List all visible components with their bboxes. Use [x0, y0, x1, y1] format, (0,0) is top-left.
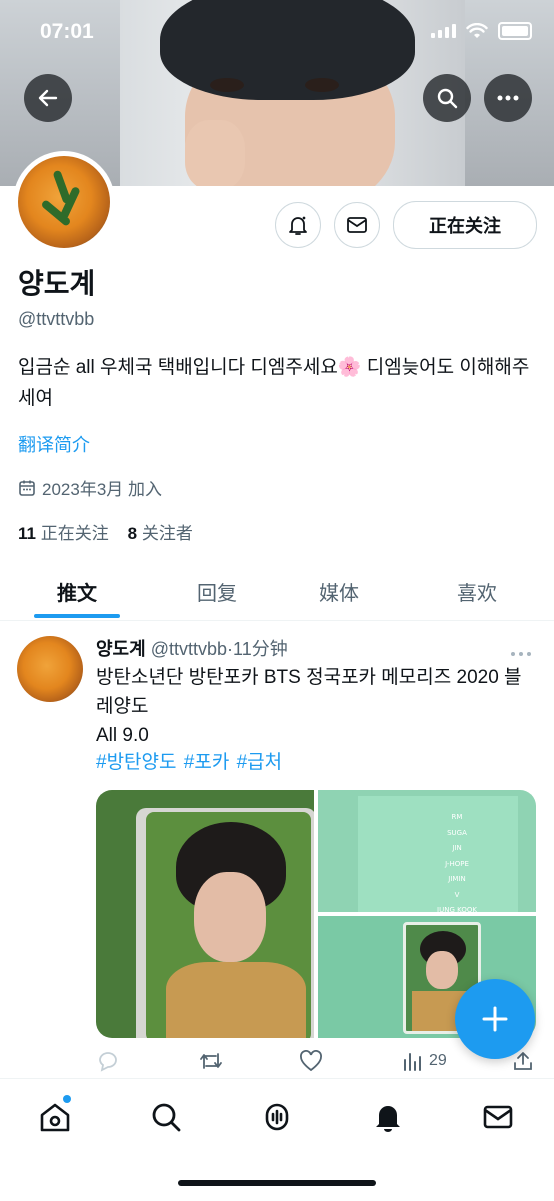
media-photo-1[interactable]	[96, 790, 314, 1038]
unread-dot	[63, 1095, 71, 1103]
tweet-author-name[interactable]: 양도계	[96, 639, 146, 659]
tweet-author-handle: @ttvttvbb	[150, 639, 228, 659]
active-tab-indicator	[34, 614, 120, 618]
tab-media[interactable]: 媒体	[262, 562, 416, 620]
profile-handle: @ttvttvbb	[18, 309, 95, 329]
tweet-hashtags[interactable]: #방탄양도 #포카 #급처	[96, 747, 282, 774]
tweet-actions: 29	[96, 1050, 536, 1076]
message-button[interactable]	[334, 202, 380, 248]
bell-icon	[376, 1106, 400, 1132]
like-button[interactable]	[299, 1050, 323, 1072]
card-member-jimin: JIMIN	[448, 875, 466, 883]
tweet-text-line1: 방탄소년단 방탄포카 BTS 정국포카 메모리즈 2020 블레양도	[96, 667, 522, 717]
card-member-v: V	[454, 890, 460, 899]
profile-bio: 입금순 all 우체국 택배입니다 디엠주세요🌸 디엠늦어도 이해해주세여	[18, 357, 530, 409]
nav-home[interactable]	[35, 1095, 75, 1137]
tweet-text: 방탄소년단 방탄포카 BTS 정국포카 메모리즈 2020 블레양도 All 9…	[96, 663, 526, 750]
tweet-more-button[interactable]	[510, 640, 532, 663]
following-button[interactable]: 正在关注	[393, 201, 537, 249]
retweet-button[interactable]	[198, 1050, 224, 1072]
tab-tweets[interactable]: 推文	[0, 562, 154, 620]
card-member-jin: JIN	[452, 844, 462, 852]
home-icon	[40, 1103, 70, 1132]
bell-icon	[289, 216, 307, 235]
home-indicator[interactable]	[178, 1180, 376, 1186]
heart-icon	[300, 1050, 322, 1072]
tab-likes[interactable]: 喜欢	[400, 562, 554, 620]
signal-icon	[431, 24, 456, 38]
profile-tabs: 推文 回复 媒体 喜欢	[0, 562, 554, 621]
search-button[interactable]	[423, 74, 471, 122]
search-icon	[437, 88, 458, 109]
followers-count: 8	[127, 524, 138, 543]
card-member-jhope: J-HOPE	[445, 859, 469, 868]
tweet-header: 양도계 @ttvttvbb·11分钟	[96, 635, 288, 661]
search-icon	[152, 1103, 181, 1132]
back-button[interactable]	[24, 74, 72, 122]
views-icon	[404, 1053, 421, 1071]
reply-icon	[99, 1052, 117, 1072]
mail-icon	[347, 217, 367, 233]
reply-button[interactable]	[96, 1050, 120, 1072]
card-member-jungkook: JUNG KOOK	[437, 906, 477, 912]
mail-icon	[483, 1105, 513, 1129]
follow-counts: 11 正在关注 8 关注者	[18, 519, 193, 544]
compose-tweet-button[interactable]	[455, 979, 535, 1059]
tweet-time: 11分钟	[233, 639, 288, 659]
views-count: 29	[429, 1052, 447, 1069]
nav-spaces[interactable]	[257, 1097, 297, 1137]
following-count: 11	[18, 524, 36, 543]
arrow-left-icon	[38, 89, 58, 107]
more-button[interactable]	[484, 74, 532, 122]
following-label: 正在关注	[40, 524, 109, 543]
more-icon	[511, 652, 531, 656]
followers-label: 关注者	[141, 524, 193, 543]
retweet-icon	[200, 1053, 222, 1069]
calendar-icon	[19, 480, 35, 496]
plus-icon	[482, 1006, 508, 1032]
media-photo-2[interactable]: RM SUGA JIN J-HOPE JIMIN V JUNG KOOK	[318, 790, 536, 912]
nav-messages[interactable]	[478, 1097, 518, 1137]
card-member-rm: RM	[451, 813, 463, 821]
joined-date: 2023年3月 加入	[18, 475, 162, 500]
status-time: 07:01	[40, 20, 94, 43]
nav-notifications[interactable]	[368, 1097, 408, 1137]
translate-bio-link[interactable]: 翻译简介	[18, 431, 90, 457]
nav-search[interactable]	[146, 1097, 186, 1137]
followers-link[interactable]: 8 关注者	[128, 524, 193, 543]
status-icons	[431, 22, 532, 40]
profile-name: 양도계	[18, 268, 96, 299]
notify-button[interactable]	[275, 202, 321, 248]
following-link[interactable]: 11 正在关注	[18, 524, 109, 543]
card-member-suga: SUGA	[447, 828, 467, 837]
tweet-text-line2: All 9.0	[96, 725, 149, 746]
battery-icon	[498, 22, 532, 40]
tweet-avatar[interactable]	[17, 636, 83, 702]
views-button[interactable]: 29	[401, 1050, 447, 1072]
microphone-icon	[265, 1103, 289, 1131]
joined-text: 2023年3月 加入	[42, 480, 162, 499]
more-icon	[497, 95, 519, 101]
profile-avatar[interactable]	[13, 151, 115, 253]
wifi-icon	[466, 23, 488, 38]
